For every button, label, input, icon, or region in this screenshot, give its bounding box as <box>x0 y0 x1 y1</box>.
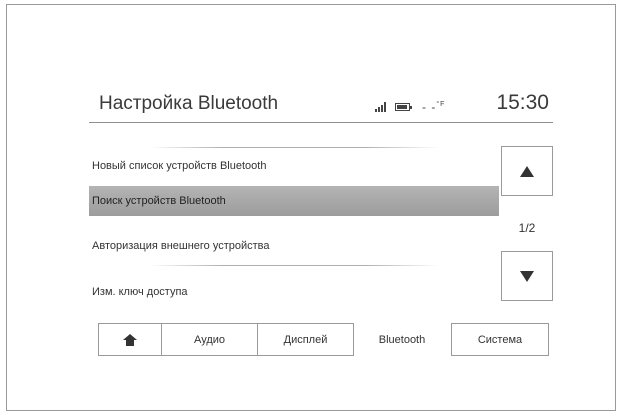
home-icon <box>123 333 137 346</box>
list-divider <box>149 265 439 266</box>
tab-bar: Аудио Дисплей Bluetooth Система <box>89 323 553 356</box>
status-indicators: - -°F <box>375 97 445 117</box>
list-item-search-devices[interactable]: Поиск устройств Bluetooth <box>89 186 499 216</box>
list-item-change-passkey[interactable]: Изм. ключ доступа <box>89 281 499 303</box>
temperature-readout: - -°F <box>422 100 445 114</box>
list-item-new-device-list[interactable]: Новый список устройств Bluetooth <box>89 155 499 177</box>
tab-audio[interactable]: Аудио <box>161 323 258 356</box>
bluetooth-settings-screen: Настройка Bluetooth - -°F 15:30 Новый сп… <box>89 83 553 365</box>
list-item-external-device-auth[interactable]: Авторизация внешнего устройства <box>89 235 499 257</box>
page-title: Настройка Bluetooth <box>99 93 279 114</box>
scroll-up-button[interactable] <box>501 146 553 196</box>
clock: 15:30 <box>496 91 549 114</box>
signal-strength-icon <box>375 102 389 112</box>
figure-frame: Настройка Bluetooth - -°F 15:30 Новый сп… <box>6 4 616 411</box>
tab-display[interactable]: Дисплей <box>257 323 354 356</box>
tab-system[interactable]: Система <box>451 323 549 356</box>
temperature-value: - - <box>422 100 437 114</box>
page-indicator: 1/2 <box>518 221 536 235</box>
battery-icon <box>395 103 412 111</box>
tab-bluetooth[interactable]: Bluetooth <box>353 323 451 356</box>
tab-home[interactable] <box>98 323 162 356</box>
scroll-down-button[interactable] <box>501 251 553 301</box>
arrow-down-icon <box>520 270 534 282</box>
temperature-unit: °F <box>436 101 446 108</box>
header-divider <box>89 122 553 123</box>
arrow-up-icon <box>520 165 534 177</box>
list-divider <box>149 147 439 148</box>
